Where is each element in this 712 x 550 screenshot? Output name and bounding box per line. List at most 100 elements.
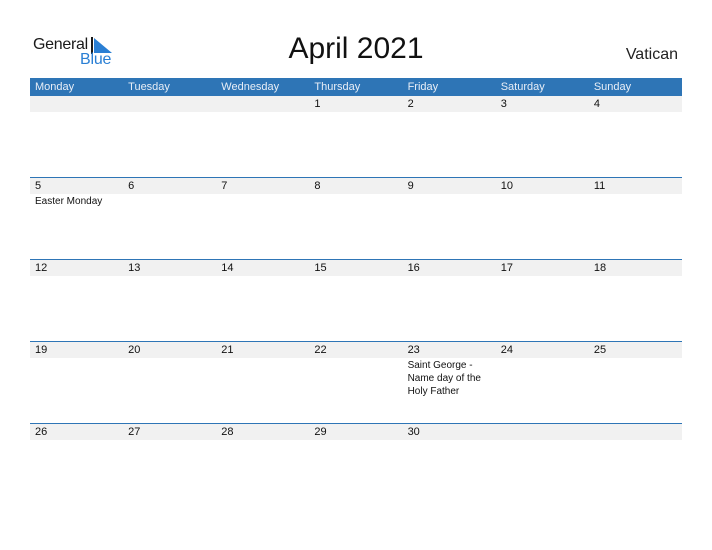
holiday-label: [309, 112, 402, 113]
day-number: [30, 96, 124, 112]
holiday-label: [403, 440, 496, 441]
holiday-label: [216, 276, 309, 277]
day-cell: 28: [216, 424, 310, 441]
day-cell: 29: [309, 424, 403, 441]
day-cell: 13: [123, 260, 217, 277]
holiday-label: [309, 440, 402, 441]
day-cell: 7: [216, 178, 310, 208]
day-cell: 10: [495, 178, 589, 208]
day-cell: 18: [588, 260, 682, 277]
holiday-label: [589, 440, 682, 441]
holiday-label: [123, 358, 216, 359]
holiday-label: [589, 194, 682, 195]
holiday-label: [216, 194, 309, 195]
calendar: Monday Tuesday Wednesday Thursday Friday…: [30, 78, 682, 505]
day-number: 11: [588, 178, 682, 194]
day-number: 26: [30, 424, 124, 440]
day-cell: 22: [309, 342, 403, 398]
day-number: 12: [30, 260, 124, 276]
weekday-monday: Monday: [35, 81, 75, 93]
day-number: 13: [123, 260, 217, 276]
week-row: 26 27 28 29 30: [30, 423, 682, 505]
week-row: 12 13 14 15 16 17 18: [30, 259, 682, 341]
day-number: 8: [309, 178, 403, 194]
weekday-tuesday: Tuesday: [128, 81, 170, 93]
holiday-label: [30, 276, 123, 277]
holiday-label: [496, 112, 589, 113]
day-cell: 15: [309, 260, 403, 277]
week-row: 1234: [30, 96, 682, 177]
holiday-label: [403, 194, 496, 195]
holiday-label: [589, 276, 682, 277]
weekday-wednesday: Wednesday: [221, 81, 280, 93]
holiday-label: [496, 358, 589, 359]
holiday-label: [589, 358, 682, 359]
day-cell: 9: [402, 178, 496, 208]
day-number: 29: [309, 424, 403, 440]
day-number: 16: [402, 260, 496, 276]
holiday-label: [30, 440, 123, 441]
day-number: [495, 424, 589, 440]
weekday-friday: Friday: [407, 81, 439, 93]
holiday-label: [496, 276, 589, 277]
day-number: 2: [402, 96, 496, 112]
holiday-label: [123, 440, 216, 441]
day-number: 24: [495, 342, 589, 358]
day-cell: 1: [309, 96, 403, 113]
day-number: 10: [495, 178, 589, 194]
day-cell: 6: [123, 178, 217, 208]
holiday-label: [496, 194, 589, 195]
day-cell: 19: [30, 342, 124, 398]
day-number: 1: [309, 96, 403, 112]
day-cell: [588, 424, 682, 441]
day-cell: 11: [588, 178, 682, 208]
holiday-label: [123, 112, 216, 113]
day-cell: 21: [216, 342, 310, 398]
week-row: 5 Easter Monday 6 7 8 9 10 11: [30, 177, 682, 259]
day-cell: [123, 96, 217, 113]
day-cell: 23 Saint George - Name day of the Holy Fa…: [402, 342, 496, 398]
holiday-label: Easter Monday: [35, 196, 103, 207]
day-number: [123, 96, 217, 112]
weekday-header: Monday Tuesday Wednesday Thursday Friday…: [30, 78, 682, 96]
day-number: [588, 424, 682, 440]
day-cell: 4: [588, 96, 682, 113]
day-cell: 3: [495, 96, 589, 113]
day-number: 9: [402, 178, 496, 194]
weeks: 1 2 3 4 5 Easter Monday 6 7 8 9 10 11 12 13 14 15 16 17 18…: [30, 96, 682, 505]
day-number: 6: [123, 178, 217, 194]
weekday-thursday: Thursday: [314, 81, 361, 93]
day-cell: 25: [588, 342, 682, 398]
page-title: April 2021: [288, 32, 424, 65]
day-number: 19: [30, 342, 124, 358]
day-number: 22: [309, 342, 403, 358]
week-row: 19 20 21 22 23 Saint George - Name day of the…: [30, 341, 682, 423]
holiday-label: [589, 112, 682, 113]
day-number: 4: [588, 96, 682, 112]
holiday-label: [216, 112, 309, 113]
day-number: 27: [123, 424, 217, 440]
day-number: 18: [588, 260, 682, 276]
day-number: 3: [495, 96, 589, 112]
holiday-label: [403, 276, 496, 277]
day-cell: [30, 96, 124, 113]
holiday-label: [123, 194, 216, 195]
day-cell: [216, 96, 310, 113]
day-cell: 16: [402, 260, 496, 277]
day-number: 7: [216, 178, 310, 194]
day-number: 25: [588, 342, 682, 358]
holiday-label: [30, 358, 123, 359]
day-number: 30: [402, 424, 496, 440]
holiday-label: [309, 194, 402, 195]
holiday-label: [30, 112, 123, 113]
holiday-label: [403, 112, 496, 113]
weekday-saturday: Saturday: [500, 81, 545, 93]
holiday-label: [216, 358, 309, 359]
day-number: 17: [495, 260, 589, 276]
day-cell: 20: [123, 342, 217, 398]
day-cell: 26: [30, 424, 124, 441]
holiday-label: [123, 276, 216, 277]
day-number: 23: [402, 342, 496, 358]
day-cell: 8: [309, 178, 403, 208]
day-number: 15: [309, 260, 403, 276]
